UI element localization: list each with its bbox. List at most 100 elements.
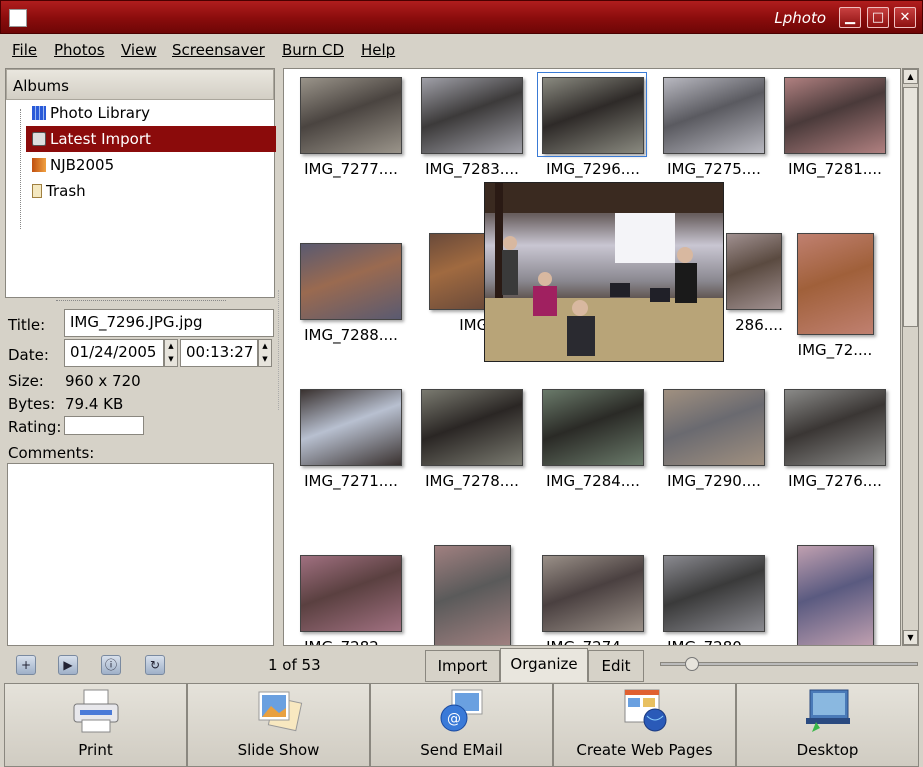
album-label: Latest Import [50,130,151,148]
photo-caption: IMG_7284.... [546,472,640,490]
slide-show-button[interactable]: Slide Show [187,683,370,767]
photo-count: 1 of 53 [268,656,321,674]
menu-file[interactable]: File [12,41,37,59]
play-icon[interactable]: ▶ [58,655,78,675]
photo-caption: IMG_7271.... [304,472,398,490]
close-button[interactable]: ✕ [894,7,916,28]
menu-screensaver[interactable]: Screensaver [172,41,265,59]
photo-thumbnail[interactable] [300,77,402,154]
photo-caption: IMG_7282.... [286,638,416,645]
album-label: Trash [46,182,86,200]
photo-thumbnail[interactable] [300,389,402,466]
desktop-button[interactable]: Desktop [736,683,919,767]
photo-thumbnail[interactable] [663,555,765,632]
zoom-slider[interactable] [660,657,918,671]
photo-thumbnail[interactable] [796,545,874,645]
photo-thumbnail[interactable] [421,389,523,466]
rotate-icon[interactable]: ↻ [145,655,165,675]
photo-caption: IMG_7296.... [546,160,640,178]
tab-import[interactable]: Import [425,650,500,682]
rating-label: Rating: [8,418,62,436]
scroll-up-button[interactable]: ▲ [903,69,918,84]
desktop-label: Desktop [796,741,859,759]
svg-text:@: @ [447,711,461,727]
photo-thumbnail[interactable] [726,233,782,310]
menu-photos[interactable]: Photos [54,41,105,59]
slide-show-label: Slide Show [237,741,320,759]
scroll-thumb[interactable] [903,87,918,327]
title-label: Title: [8,316,46,334]
photo-grid-scrollbar[interactable]: ▲ ▼ [902,68,919,646]
printer-icon [73,689,118,733]
comments-label: Comments: [8,444,95,462]
date-label: Date: [8,346,49,364]
photo-thumbnail[interactable] [796,233,874,335]
menu-view[interactable]: View [121,41,157,59]
print-button[interactable]: Print [4,683,187,767]
date-stepper[interactable]: ▲ ▼ [164,339,178,367]
desktop-icon [805,689,850,732]
size-value: 960 x 720 [65,372,141,390]
rating-field[interactable] [64,416,144,435]
photo-caption: IMG_7276.... [788,472,882,490]
time-field[interactable]: 00:13:27 [180,339,258,367]
send-email-button[interactable]: @ Send EMail [370,683,553,767]
photo-caption: IMG_7280.... [649,638,779,645]
maximize-button[interactable]: □ [867,7,889,28]
photo-thumbnail[interactable] [421,77,523,154]
photo-caption: IMG_7283.... [425,160,519,178]
photo-caption: IMG_72.... [797,341,873,359]
photo-thumbnail[interactable] [433,545,511,645]
scroll-down-button[interactable]: ▼ [903,630,918,645]
info-icon[interactable]: ⓘ [101,655,121,675]
photo-caption: IMG_7278.... [425,472,519,490]
window-title: Lphoto [774,9,826,27]
pane-splitter[interactable] [56,300,226,303]
minimize-button[interactable]: ▁ [839,7,861,28]
photo-thumbnail[interactable] [784,77,886,154]
photo-thumbnail[interactable] [542,389,644,466]
vertical-splitter[interactable] [278,290,280,410]
photo-library-icon [32,106,46,120]
bytes-value: 79.4 KB [65,395,124,413]
create-web-pages-button[interactable]: Create Web Pages [553,683,736,767]
tab-organize[interactable]: Organize [500,648,588,682]
window-menu-icon[interactable] [9,9,27,27]
album-latest-import[interactable]: Latest Import [26,126,276,152]
photo-thumbnail[interactable] [429,233,489,310]
photo-caption: IMG_7277.... [304,160,398,178]
menu-help[interactable]: Help [361,41,395,59]
slideshow-icon [258,691,302,732]
albums-panel: Albums Photo Library Latest Import NJB20… [5,68,276,298]
photo-caption: IMG_7288.... [304,326,398,344]
photo-preview-popup [484,182,724,362]
web-pages-icon [624,689,666,732]
tree-guide [20,109,21,229]
photo-thumbnail[interactable] [300,555,402,632]
tab-edit[interactable]: Edit [588,650,644,682]
camera-icon [32,132,46,146]
photo-thumbnail[interactable] [663,389,765,466]
albums-header[interactable]: Albums [6,69,274,100]
time-stepper[interactable]: ▲ ▼ [258,339,272,367]
date-field[interactable]: 01/24/2005 [64,339,164,367]
size-label: Size: [8,372,44,390]
menu-bar: File Photos View Screensaver Burn CD Hel… [0,34,923,66]
email-icon: @ [440,689,482,732]
photo-thumbnail[interactable] [663,77,765,154]
comments-textarea[interactable] [7,463,274,646]
title-field[interactable]: IMG_7296.JPG.jpg [64,309,274,337]
photo-thumbnail[interactable] [784,389,886,466]
album-photo-library[interactable]: Photo Library [26,100,276,126]
zoom-slider-handle[interactable] [685,657,699,671]
create-web-pages-label: Create Web Pages [576,741,713,759]
photo-thumbnail[interactable] [300,243,402,320]
album-label: NJB2005 [50,156,115,174]
bytes-label: Bytes: [8,395,56,413]
album-njb2005[interactable]: NJB2005 [26,152,276,178]
print-label: Print [78,741,113,759]
menu-burn-cd[interactable]: Burn CD [282,41,344,59]
add-icon[interactable]: + [16,655,36,675]
photo-thumbnail[interactable] [542,555,644,632]
album-trash[interactable]: Trash [26,178,276,204]
